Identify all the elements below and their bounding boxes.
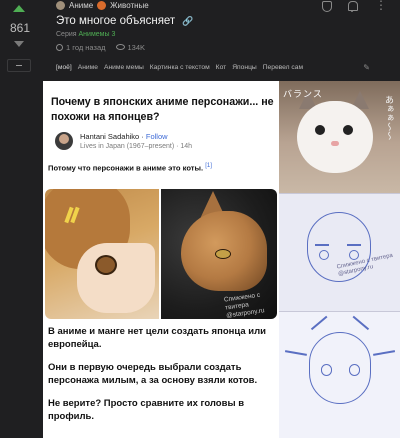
series-line: Серия Анимемы 3: [56, 31, 115, 38]
series-prefix: Серия: [56, 31, 77, 38]
paragraph: Они в первую очередь выбрали создать пер…: [48, 362, 258, 386]
link-icon[interactable]: 🔗: [182, 16, 193, 27]
tag[interactable]: Картинка с текстом: [150, 64, 210, 71]
eye-icon: [115, 44, 125, 50]
time-ago: 1 год назад: [56, 43, 106, 52]
author-block: Hantani Sadahiko · Follow Lives in Japan…: [55, 132, 192, 150]
subcommunity-avatar: [97, 1, 107, 10]
author-line: Hantani Sadahiko · Follow: [80, 132, 168, 141]
clock-icon: [56, 44, 63, 51]
post-title[interactable]: Это многое объясняет: [56, 15, 175, 27]
bell-icon[interactable]: [346, 0, 358, 12]
score: 861: [9, 21, 31, 35]
body-text: В аниме и манге нет цели создать японца …: [48, 325, 273, 433]
post-title-row: Это многое объясняет 🔗: [56, 15, 193, 27]
tag[interactable]: Кот: [216, 64, 227, 71]
watermark: Спижжено с твитера @starpony.ru: [223, 291, 266, 319]
question-text: Почему в японских аниме персонажи... не …: [51, 96, 274, 123]
series-link[interactable]: Анимемы 3: [79, 31, 116, 38]
tag[interactable]: Японцы: [232, 64, 257, 71]
more-options-icon[interactable]: [372, 0, 387, 12]
views: 134K: [115, 43, 145, 52]
paragraph: Не верите? Просто сравните их головы в п…: [48, 398, 245, 422]
downvote-arrow-icon[interactable]: [14, 41, 24, 47]
community-avatar: [56, 1, 65, 10]
anime-girl-picture: [45, 189, 159, 319]
author-bio: Lives in Japan (1967–present) · 14h: [80, 143, 193, 150]
image-right-panel: バランス あぁぁ〜〜 Спижжено с твитера @starpony.…: [279, 81, 400, 438]
cat-profile-picture: Спижжено с твитера @starpony.ru: [161, 189, 277, 319]
caption-vertical: あぁぁ〜〜: [384, 95, 394, 140]
sketch-cat-girl-picture: [279, 311, 400, 438]
post-image[interactable]: Почему в японских аниме персонажи... не …: [43, 81, 400, 438]
tag[interactable]: [моё]: [56, 64, 72, 71]
caption-jp: バランス: [283, 89, 323, 99]
tag[interactable]: Перевел сам: [263, 64, 303, 71]
tag[interactable]: Аниме: [78, 64, 98, 71]
post-meta: 1 год назад 134K: [56, 43, 145, 52]
community-link[interactable]: Аниме: [69, 1, 93, 10]
community-line: Аниме Животные: [56, 1, 149, 10]
tag[interactable]: Аниме мемы: [104, 64, 144, 71]
answer-text: Потому что персонажи в аниме это коты. […: [48, 163, 212, 173]
more-actions-button[interactable]: [7, 59, 31, 72]
upvote-arrow-icon[interactable]: [13, 5, 25, 12]
edit-tags-icon[interactable]: ✎: [363, 63, 370, 72]
author-avatar: [55, 132, 73, 150]
tag-list: [моё] Аниме Аниме мемы Картинка с тексто…: [56, 64, 303, 71]
sketch-girl-picture: Спижжено с твитера @starpony.ru: [279, 193, 400, 311]
image-left-panel: Почему в японских аниме персонажи... не …: [43, 81, 279, 438]
subcommunity-link[interactable]: Животные: [110, 1, 149, 10]
top-icons: [320, 0, 387, 12]
white-cat-picture: バランス あぁぁ〜〜: [279, 81, 400, 193]
paragraph: В аниме и манге нет цели создать японца …: [48, 326, 266, 350]
shield-icon[interactable]: [320, 0, 332, 12]
